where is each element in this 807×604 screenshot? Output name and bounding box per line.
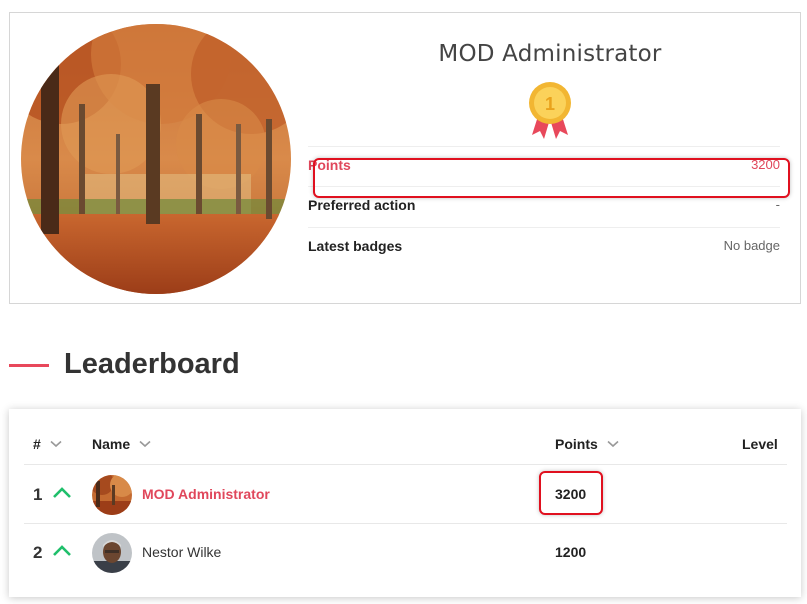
stat-value: - [775,197,780,212]
user-name-link[interactable]: Nestor Wilke [142,544,221,560]
stat-value: No badge [723,238,780,253]
leaderboard-table: # Name Points Level 1 MOD Administrator … [9,409,801,597]
column-label: Level [742,436,778,452]
chevron-up-icon [53,487,71,498]
chevron-up-icon [53,545,71,556]
section-accent-line [9,364,49,367]
leaderboard-title: Leaderboard [64,348,240,380]
stat-label: Latest badges [308,237,403,254]
user-name-link[interactable]: MOD Administrator [142,486,270,502]
avatar [92,533,132,573]
stat-value: 3200 [751,157,780,172]
column-header-name[interactable]: Name [92,436,151,452]
avatar [92,475,132,515]
medal-icon: 1 [527,79,573,143]
column-label: Points [555,436,598,452]
rank-number: 1 [33,485,43,504]
profile-avatar [21,24,291,294]
stat-label: Points [308,156,351,173]
row-points: 3200 [555,486,587,502]
stat-row-latest-badges: Latest badges No badge [308,227,780,263]
profile-name: MOD Administrator [438,41,662,67]
svg-text:1: 1 [545,94,555,114]
rank-number: 2 [33,543,43,562]
column-header-rank[interactable]: # [33,436,62,452]
table-row[interactable]: 2 Nestor Wilke 1200 [24,524,787,582]
stat-row-preferred-action: Preferred action - [308,186,780,222]
column-header-points[interactable]: Points [555,436,619,452]
table-header: # Name Points Level [24,425,787,465]
row-points: 1200 [555,544,587,560]
chevron-down-icon [139,440,151,448]
chevron-down-icon [607,440,619,448]
table-row[interactable]: 1 MOD Administrator 3200 [24,466,787,524]
stat-row-points: Points 3200 [308,146,780,182]
column-header-level[interactable]: Level [742,436,778,452]
stat-label: Preferred action [308,196,416,213]
column-label: # [33,436,41,452]
column-label: Name [92,436,131,452]
chevron-down-icon [50,440,62,448]
